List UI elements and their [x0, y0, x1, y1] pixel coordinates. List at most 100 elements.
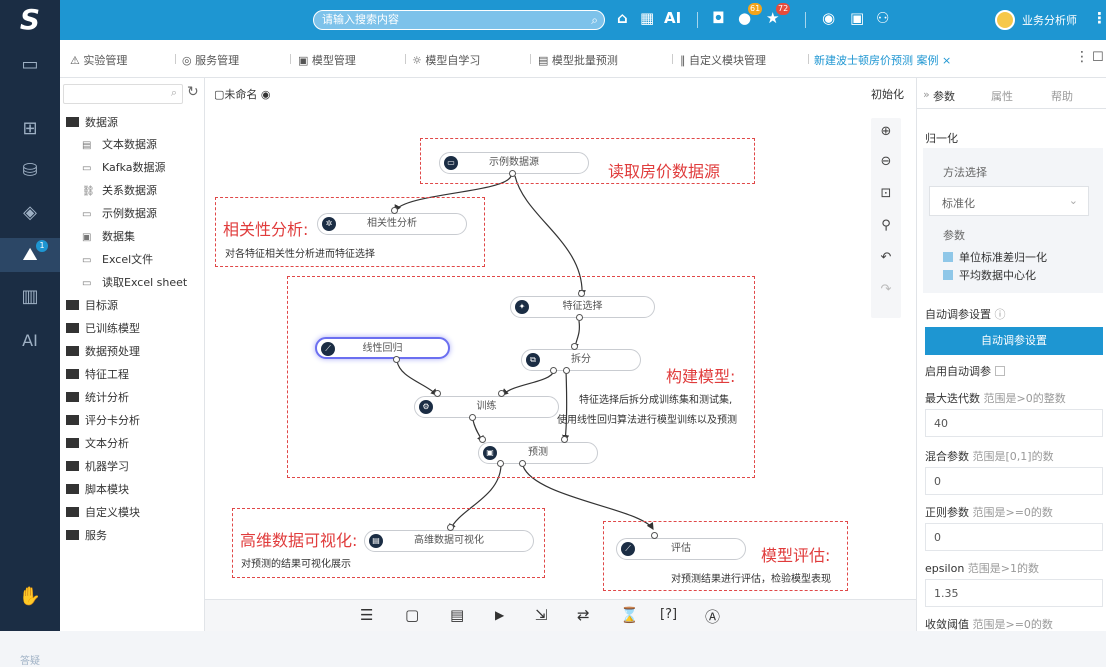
more-icon[interactable]: ⋮	[1092, 9, 1106, 27]
tree-folder[interactable]: 统计分析	[66, 389, 129, 405]
tree-leaf[interactable]: ▭ 示例数据源	[82, 205, 157, 221]
monitor-nav-icon[interactable]: ▭	[0, 48, 60, 82]
user-icon[interactable]: ⚇	[876, 9, 889, 27]
home-icon[interactable]: ⌂	[617, 9, 628, 27]
tree-leaf[interactable]: ▣ 数据集	[82, 228, 135, 244]
tree-leaf[interactable]: ▭ Kafka数据源	[82, 159, 166, 175]
window-icon[interactable]: ☐	[1092, 50, 1104, 65]
output-port[interactable]	[393, 356, 400, 363]
input-port[interactable]	[479, 436, 486, 443]
reg-param-input[interactable]: 0	[925, 523, 1103, 551]
node-train[interactable]: ⚙ 训练	[414, 396, 559, 418]
input-port[interactable]	[651, 532, 658, 539]
enable-auto-checkbox[interactable]	[995, 366, 1005, 376]
cube-nav-icon[interactable]: ◈	[0, 196, 60, 230]
zoom-out-icon[interactable]: ⊖	[871, 154, 901, 169]
tree-leaf[interactable]: ⛓ 关系数据源	[82, 182, 157, 198]
help-icon[interactable]: ✋	[0, 580, 60, 614]
assistant-icon[interactable]: Ⓐ	[705, 606, 720, 627]
avatar[interactable]	[995, 10, 1015, 30]
more-icon[interactable]: ⋮	[1075, 49, 1089, 65]
switch-icon[interactable]: ⇄	[577, 606, 590, 624]
max-iter-input[interactable]: 40	[925, 409, 1103, 437]
workflow-canvas[interactable]: ▢未命名 ◉ 初始化 读取房价数据源 相关性分析: 对各特征相关性分析进而特征选…	[205, 78, 916, 599]
output-port[interactable]	[509, 170, 516, 177]
tree-folder[interactable]: 数据源	[66, 114, 118, 130]
redo-icon[interactable]: ↷	[871, 282, 901, 297]
export-icon[interactable]: ⇲	[535, 606, 548, 624]
tree-folder[interactable]: 数据预处理	[66, 343, 140, 359]
output-port[interactable]	[576, 314, 583, 321]
tree-folder[interactable]: 已训练模型	[66, 320, 140, 336]
tree-folder[interactable]: 特征工程	[66, 366, 129, 382]
pin-icon[interactable]: ⚲	[871, 218, 901, 233]
apps-nav-icon[interactable]: ⊞	[0, 112, 60, 146]
zoom-in-icon[interactable]: ⊕	[871, 124, 901, 139]
tree-folder[interactable]: 自定义模块	[66, 504, 140, 520]
tree-folder[interactable]: 服务	[66, 527, 107, 543]
input-port[interactable]	[498, 390, 505, 397]
list-icon[interactable]: ☰	[360, 606, 373, 624]
output-port[interactable]	[497, 460, 504, 467]
tree-folder[interactable]: 机器学习	[66, 458, 129, 474]
undo-icon[interactable]: ↶	[871, 250, 901, 265]
output-port[interactable]	[563, 367, 570, 374]
input-port[interactable]	[391, 207, 398, 214]
chart-nav-icon[interactable]: ▥	[0, 280, 60, 314]
check-mean-center[interactable]: 平均数据中心化	[943, 267, 1036, 283]
tab-model[interactable]: ▣ 模型管理	[298, 52, 356, 68]
search-icon[interactable]: ⌕	[591, 11, 598, 29]
schedule-icon[interactable]: ⌛	[620, 606, 639, 624]
fit-view-icon[interactable]: ⊡	[871, 186, 901, 201]
calendar-icon[interactable]: ▣	[850, 9, 864, 27]
method-select[interactable]: 标准化 ⌄	[929, 186, 1089, 216]
node-feature-select[interactable]: ✦ 特征选择	[510, 296, 655, 318]
ai-nav-item[interactable]: AI	[0, 324, 60, 358]
experiment-nav-icon[interactable]: ⛰ 1	[0, 238, 60, 272]
node-linear-regression[interactable]: ⟋ 线性回归	[315, 337, 450, 359]
save-as-icon[interactable]: ▤	[450, 606, 464, 624]
tree-folder[interactable]: 文本分析	[66, 435, 129, 451]
global-search-input[interactable]: 请输入搜索内容 ⌕	[313, 10, 605, 30]
tab-help[interactable]: 帮助	[1051, 88, 1073, 104]
ai-button[interactable]: AI	[664, 9, 681, 27]
auto-tune-button[interactable]: 自动调参设置	[925, 327, 1103, 355]
tree-folder[interactable]: 评分卡分析	[66, 412, 140, 428]
run-icon[interactable]: ▶	[495, 608, 504, 622]
node-correlation[interactable]: ✲ 相关性分析	[317, 213, 467, 235]
tab-self-learn[interactable]: ☼ 模型自学习	[412, 52, 480, 68]
help-label[interactable]: 答疑	[0, 652, 60, 667]
enable-auto-tune[interactable]: 启用自动调参	[925, 363, 1005, 379]
tree-leaf[interactable]: ▭ 读取Excel sheet	[82, 274, 187, 290]
input-port[interactable]	[434, 390, 441, 397]
tab-close-icon[interactable]: ×	[942, 54, 951, 67]
output-port[interactable]	[550, 367, 557, 374]
tab-params[interactable]: 参数	[933, 88, 955, 104]
tab-experiment[interactable]: ⚠ 实验管理	[70, 52, 127, 68]
tree-folder[interactable]: 脚本模块	[66, 481, 129, 497]
tab-service[interactable]: ◎ 服务管理	[182, 52, 239, 68]
tab-attributes[interactable]: 属性	[991, 88, 1013, 104]
node-predict[interactable]: ▣ 预测	[478, 442, 598, 464]
component-search-input[interactable]: ⌕	[63, 84, 183, 104]
help-button[interactable]: [?]	[660, 607, 677, 622]
tab-boston-case[interactable]: 新建波士顿房价预测 案例 ×	[814, 52, 951, 68]
tree-folder[interactable]: 目标源	[66, 297, 118, 313]
monitor-icon[interactable]: ◉	[822, 9, 835, 27]
epsilon-input[interactable]: 1.35	[925, 579, 1103, 607]
user-name[interactable]: 业务分析师	[1022, 12, 1077, 28]
collapse-icon[interactable]: »	[923, 88, 930, 101]
tab-batch-predict[interactable]: ▤ 模型批量预测	[538, 52, 618, 68]
input-port[interactable]	[561, 436, 568, 443]
output-port[interactable]	[519, 460, 526, 467]
tab-custom-module[interactable]: ∥ 自定义模块管理	[680, 52, 766, 68]
save-icon[interactable]: ▢	[405, 606, 419, 624]
tree-leaf[interactable]: ▭ Excel文件	[82, 251, 153, 267]
input-port[interactable]	[447, 524, 454, 531]
app-logo[interactable]: S	[0, 0, 60, 40]
check-unit-std[interactable]: 单位标准差归一化	[943, 249, 1047, 265]
node-evaluate[interactable]: ⟋ 评估	[616, 538, 746, 560]
search-icon[interactable]: ⌕	[171, 86, 177, 100]
input-port[interactable]	[571, 343, 578, 350]
dashboard-icon[interactable]: ▦	[640, 9, 654, 27]
